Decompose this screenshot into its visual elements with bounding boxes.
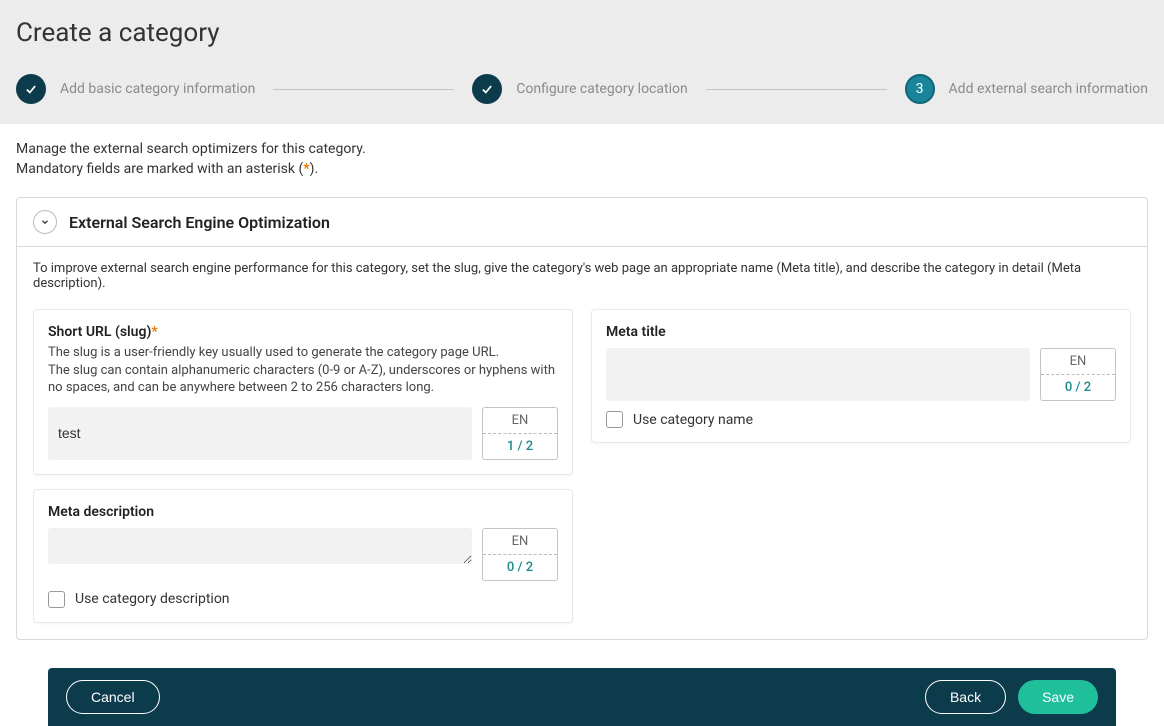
use-category-name-checkbox[interactable]: [606, 411, 623, 428]
lang-count: 1 / 2: [483, 434, 557, 459]
step-3[interactable]: 3 Add external search information: [905, 74, 1148, 104]
seo-panel: External Search Engine Optimization To i…: [16, 197, 1148, 640]
meta-description-label: Meta description: [48, 504, 558, 520]
intro-line-2: Mandatory fields are marked with an aste…: [16, 160, 1148, 180]
content-section: Manage the external search optimizers fo…: [0, 124, 1164, 656]
check-icon: [472, 74, 502, 104]
slug-input[interactable]: [48, 407, 472, 460]
seo-panel-header[interactable]: External Search Engine Optimization: [17, 198, 1147, 247]
meta-title-card: Meta title EN 0 / 2 Use category name: [591, 309, 1131, 443]
slug-label: Short URL (slug)*: [48, 324, 558, 340]
check-icon: [16, 74, 46, 104]
page-title: Create a category: [16, 18, 1148, 48]
step-divider: [273, 89, 454, 90]
seo-panel-title: External Search Engine Optimization: [69, 213, 330, 232]
lang-count: 0 / 2: [1041, 375, 1115, 400]
use-category-name-label: Use category name: [633, 412, 753, 428]
meta-title-input[interactable]: [606, 348, 1030, 401]
lang-count: 0 / 2: [483, 555, 557, 580]
asterisk-icon: *: [151, 324, 157, 340]
meta-title-label: Meta title: [606, 324, 1116, 340]
lang-code: EN: [483, 529, 557, 555]
step-label: Add external search information: [949, 81, 1148, 97]
use-category-description-label: Use category description: [75, 591, 230, 607]
save-button[interactable]: Save: [1018, 680, 1098, 714]
meta-description-lang-badge[interactable]: EN 0 / 2: [482, 528, 558, 581]
lang-code: EN: [1041, 349, 1115, 375]
meta-description-card: Meta description EN 0 / 2 Use category d…: [33, 489, 573, 623]
back-button[interactable]: Back: [925, 680, 1006, 714]
slug-card: Short URL (slug)* The slug is a user-fri…: [33, 309, 573, 475]
step-2[interactable]: Configure category location: [472, 74, 687, 104]
form-col-left: Short URL (slug)* The slug is a user-fri…: [33, 309, 573, 623]
chevron-down-icon: [33, 210, 57, 234]
slug-input-row: EN 1 / 2: [48, 407, 558, 460]
seo-panel-body: To improve external search engine perfor…: [17, 247, 1147, 639]
intro-line-1: Manage the external search optimizers fo…: [16, 140, 1148, 160]
meta-description-input[interactable]: [48, 528, 472, 564]
step-label: Configure category location: [516, 81, 687, 97]
use-category-description-row[interactable]: Use category description: [48, 591, 558, 608]
slug-help: The slug is a user-friendly key usually …: [48, 344, 558, 397]
step-number-icon: 3: [905, 74, 935, 104]
form-grid: Short URL (slug)* The slug is a user-fri…: [33, 309, 1131, 623]
meta-title-lang-badge[interactable]: EN 0 / 2: [1040, 348, 1116, 401]
cancel-button[interactable]: Cancel: [66, 680, 160, 714]
intro-text: Manage the external search optimizers fo…: [16, 140, 1148, 179]
use-category-name-row[interactable]: Use category name: [606, 411, 1116, 428]
meta-title-input-row: EN 0 / 2: [606, 348, 1116, 401]
header-section: Create a category Add basic category inf…: [0, 0, 1164, 124]
lang-code: EN: [483, 408, 557, 434]
step-divider: [706, 89, 887, 90]
form-col-right: Meta title EN 0 / 2 Use category name: [591, 309, 1131, 623]
step-1[interactable]: Add basic category information: [16, 74, 255, 104]
stepper: Add basic category information Configure…: [16, 74, 1148, 104]
slug-lang-badge[interactable]: EN 1 / 2: [482, 407, 558, 460]
meta-description-input-row: EN 0 / 2: [48, 528, 558, 581]
footer-right: Back Save: [925, 680, 1098, 714]
footer-bar: Cancel Back Save: [48, 668, 1116, 726]
seo-panel-description: To improve external search engine perfor…: [33, 261, 1131, 291]
use-category-description-checkbox[interactable]: [48, 591, 65, 608]
step-label: Add basic category information: [60, 81, 255, 97]
